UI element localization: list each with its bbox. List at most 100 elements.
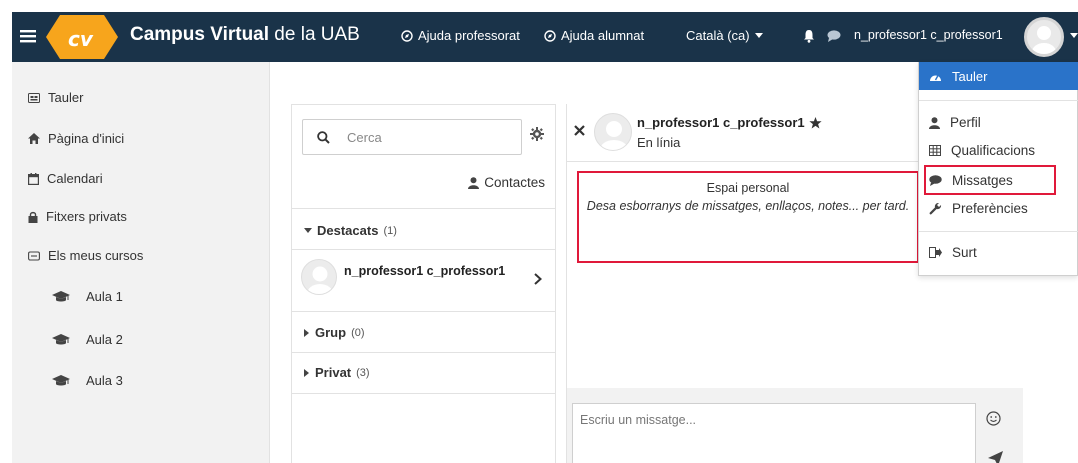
- brand-bold: Campus Virtual: [130, 24, 270, 45]
- divider: [292, 352, 555, 353]
- section-private[interactable]: Privat (3): [304, 365, 370, 380]
- drawer-item-label: Pàgina d'inici: [48, 131, 125, 146]
- sign-out-icon: [929, 247, 942, 258]
- divider: [292, 208, 555, 209]
- menu-item-profile[interactable]: Perfil: [929, 115, 981, 130]
- user-icon: [468, 176, 480, 189]
- drawer-item-dashboard[interactable]: Tauler: [28, 90, 83, 105]
- graduation-cap-icon: [52, 290, 70, 301]
- compose-area: Escriu un missatge...: [567, 388, 1023, 463]
- drawer-item-my-courses[interactable]: Els meus cursos: [28, 248, 143, 263]
- graduation-cap-icon: [52, 333, 70, 344]
- help-teachers-link[interactable]: Ajuda professorat: [401, 28, 520, 43]
- search-placeholder: Cerca: [347, 130, 382, 145]
- course-label: Aula 2: [86, 332, 123, 347]
- section-label: Destacats: [317, 223, 379, 238]
- caret-down-icon: [754, 32, 763, 38]
- drawer-item-private-files[interactable]: Fitxers privats: [28, 209, 127, 224]
- chevron-right-icon: [533, 272, 543, 286]
- menu-item-logout[interactable]: Surt: [929, 245, 977, 260]
- message-search-input[interactable]: Cerca: [302, 119, 522, 155]
- drawer-course-aula-2[interactable]: Aula 2: [52, 332, 123, 347]
- graduation-cap-icon: [52, 374, 70, 385]
- top-navbar: cv Campus Virtual de la UAB Ajuda profes…: [12, 12, 1078, 62]
- brand-rest: de la UAB: [269, 24, 360, 45]
- menu-item-grades[interactable]: Qualificacions: [929, 143, 1035, 158]
- section-starred[interactable]: Destacats (1): [304, 223, 397, 238]
- search-icon: [317, 131, 330, 144]
- courses-icon: [28, 250, 40, 261]
- help-students-label: Ajuda alumnat: [561, 28, 645, 43]
- online-status: En línia: [637, 135, 681, 150]
- drawer-item-label: Calendari: [47, 171, 103, 186]
- message-compose-input[interactable]: Escriu un missatge...: [572, 403, 976, 463]
- language-selector[interactable]: Català (ca): [686, 28, 763, 43]
- user-icon: [929, 116, 940, 129]
- user-menu-name[interactable]: n_professor1 c_professor1: [854, 28, 1003, 42]
- svg-text:cv: cv: [68, 27, 94, 51]
- conversation-header-name: n_professor1 c_professor1: [637, 115, 822, 130]
- caret-right-icon: [304, 368, 309, 377]
- menu-item-label: Preferències: [952, 201, 1028, 216]
- conversation-avatar: [301, 259, 337, 295]
- personal-space-notice: Espai personal Desa esborranys de missat…: [577, 171, 919, 263]
- bell-icon[interactable]: [803, 29, 815, 43]
- drawer-course-aula-1[interactable]: Aula 1: [52, 289, 123, 304]
- divider: [919, 100, 1078, 101]
- section-label: Grup: [315, 325, 347, 340]
- course-label: Aula 1: [86, 289, 123, 304]
- menu-item-label: Surt: [952, 245, 977, 260]
- site-brand[interactable]: Campus Virtual de la UAB: [130, 24, 360, 46]
- language-label: Català (ca): [686, 28, 750, 43]
- drawer-item-calendar[interactable]: Calendari: [28, 171, 103, 186]
- drawer-course-aula-3[interactable]: Aula 3: [52, 373, 123, 388]
- gear-icon[interactable]: [530, 127, 544, 141]
- help-teachers-label: Ajuda professorat: [418, 28, 520, 43]
- section-count: (0): [351, 326, 365, 339]
- hamburger-menu-icon[interactable]: [20, 25, 36, 47]
- user-menu-caret-icon[interactable]: [1070, 33, 1078, 39]
- wrench-icon: [929, 202, 942, 215]
- divider: [292, 393, 555, 394]
- help-students-link[interactable]: Ajuda alumnat: [544, 28, 644, 43]
- messages-icon[interactable]: [827, 30, 841, 42]
- menu-item-preferences[interactable]: Preferències: [929, 201, 1028, 216]
- campus-virtual-logo[interactable]: cv: [46, 15, 118, 59]
- section-count: (3): [356, 366, 370, 379]
- user-avatar[interactable]: [1024, 17, 1064, 57]
- section-count: (1): [383, 224, 397, 237]
- messages-highlight-box: [924, 165, 1056, 195]
- divider: [292, 311, 555, 312]
- menu-item-label: Tauler: [952, 68, 988, 84]
- home-icon: [28, 133, 40, 144]
- messaging-overview-panel: Cerca Contactes Destacats (1) n_professo…: [291, 104, 556, 463]
- conversation-item[interactable]: n_professor1 c_professor1: [292, 250, 555, 311]
- personal-space-title: Espai personal: [706, 181, 790, 195]
- dashboard-icon: [930, 74, 941, 81]
- conversation-name: n_professor1 c_professor1: [344, 264, 506, 278]
- menu-item-label: Qualificacions: [951, 143, 1036, 158]
- compose-placeholder: Escriu un missatge...: [580, 413, 697, 427]
- header-name-text: n_professor1 c_professor1: [637, 115, 805, 130]
- drawer-item-home[interactable]: Pàgina d'inici: [28, 131, 124, 146]
- section-label: Privat: [315, 365, 352, 380]
- close-icon[interactable]: [573, 124, 585, 136]
- conversation-header-avatar: [594, 113, 632, 151]
- contacts-label: Contactes: [484, 175, 545, 190]
- drawer-item-label: Els meus cursos: [48, 248, 144, 263]
- lock-icon: [28, 211, 38, 223]
- contacts-link[interactable]: Contactes: [468, 175, 545, 190]
- nav-drawer: Tauler Pàgina d'inici Calendari Fitxers …: [12, 62, 270, 463]
- compass-icon: [401, 29, 413, 42]
- drawer-item-label: Fitxers privats: [46, 209, 127, 224]
- menu-item-dashboard[interactable]: Tauler: [919, 62, 1078, 90]
- calendar-icon: [28, 172, 39, 185]
- section-group[interactable]: Grup (0): [304, 325, 365, 340]
- send-icon[interactable]: [987, 450, 1003, 463]
- emoji-icon[interactable]: [985, 410, 1001, 426]
- compass-icon: [544, 29, 556, 42]
- menu-item-label: Perfil: [950, 115, 981, 130]
- divider: [919, 231, 1078, 232]
- personal-space-description: Desa esborranys de missatges, enllaços, …: [586, 199, 910, 213]
- star-icon[interactable]: [809, 116, 822, 129]
